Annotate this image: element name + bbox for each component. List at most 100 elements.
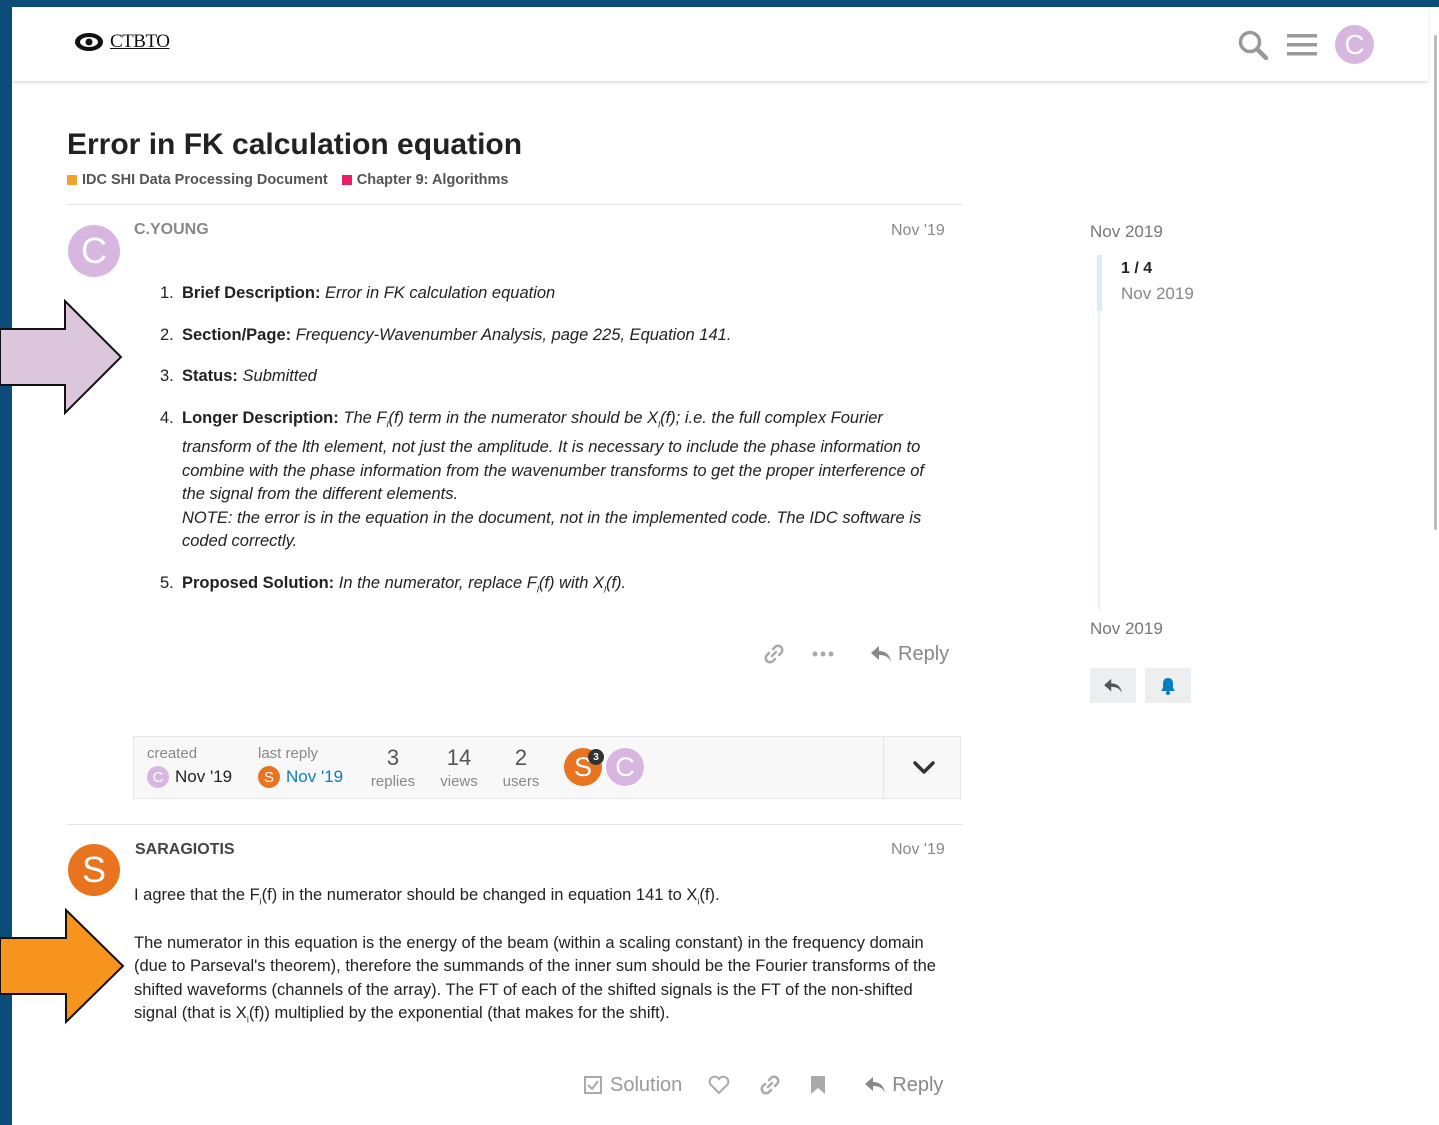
created-avatar: C [147,766,169,788]
list-item: 4. Longer Description: The Fl(f) term in… [160,407,950,554]
text-part: (f) in the numerator should be changed i… [261,886,698,904]
search-icon[interactable] [1237,29,1269,61]
site-header: CTBTO C [12,7,1428,81]
last-reply-avatar: S [258,766,280,788]
logo-text: CTBTO [110,31,170,52]
text-part: I agree that the F [134,886,260,904]
avatar-initial: S [263,768,274,786]
avatar-initial: C [615,751,635,782]
post2-actions: Solution Reply [584,1073,943,1097]
topic-title[interactable]: Error in FK calculation equation [67,128,522,162]
list-item: 1. Brief Description: Error in FK calcul… [160,282,950,306]
reply-icon [1104,678,1122,693]
post2-date[interactable]: Nov '19 [891,841,945,859]
solution-button[interactable]: Solution [584,1074,682,1097]
badge-count: 3 [593,751,599,763]
last-reply-value: S Nov '19 [258,766,343,788]
heart-icon[interactable] [708,1075,730,1095]
list-item: 5. Proposed Solution: In the numerator, … [160,572,950,602]
list-number: 3. [160,367,174,385]
category-badge-idc-shi[interactable]: IDC SHI Data Processing Document [67,172,328,188]
last-reply-label: last reply [258,745,319,762]
item-text: The Fl(f) term in the numerator should b… [182,409,924,551]
last-reply-date: Nov '19 [286,767,344,786]
topic-map: created C Nov '19 last reply S Nov '19 3… [133,736,961,799]
post1-author[interactable]: C.YOUNG [134,221,209,239]
text-part: In the numerator, replace F [338,573,537,592]
created-value: C Nov '19 [147,766,232,788]
link-icon[interactable] [762,642,786,666]
list-number: 2. [160,325,174,344]
ctbto-logo-icon [75,33,103,51]
timeline-notification-button[interactable] [1145,668,1191,703]
checkbox-icon [584,1076,602,1094]
bell-icon [1161,677,1175,695]
category-name: IDC SHI Data Processing Document [82,172,328,188]
post1-actions: Reply [762,642,949,666]
reply-icon [865,1077,886,1093]
text-part: (f). [605,573,627,592]
post-divider [67,824,963,825]
list-item: 3. Status: Submitted [160,365,950,389]
timeline-end-date[interactable]: Nov 2019 [1090,619,1163,639]
item-label: Section/Page: [182,325,292,344]
item-text: In the numerator, replace Fl(f) with Xl(… [338,573,627,594]
item-label: Proposed Solution: [182,573,335,592]
replies-stat: 3 replies [368,745,418,790]
post2-reply-button[interactable]: Reply [864,1074,943,1097]
created-label: created [147,745,198,762]
post1-reply-button[interactable]: Reply [870,643,949,666]
topic-map-divider [883,737,884,798]
list-item: 2. Section/Page: Frequency-Wavenumber An… [160,324,950,348]
timeline-scroller-handle[interactable] [1097,255,1102,311]
post2-body: I agree that the Fi(f) in the numerator … [134,884,954,1050]
item-label: Status: [182,367,238,385]
users-label: users [502,773,540,790]
bookmark-icon[interactable] [810,1075,826,1095]
avatar-initial: C [81,230,107,271]
timeline-start-date[interactable]: Nov 2019 [1090,222,1163,242]
header-icons: C [1237,25,1374,64]
solution-label: Solution [610,1073,683,1096]
timeline-reply-button[interactable] [1090,668,1136,703]
hamburger-menu-icon[interactable] [1287,32,1317,58]
post2-avatar[interactable]: S [68,844,120,896]
page-scrollbar[interactable] [1434,35,1437,530]
list-number: 4. [160,408,174,427]
category-color-square [341,175,352,185]
item-text: Frequency-Wavenumber Analysis, page 225,… [295,325,732,344]
reply-label: Reply [892,1073,944,1096]
annotation-arrow-purple [0,299,123,416]
avatar-initial: S [81,849,106,890]
user-avatar[interactable]: C [1335,25,1374,64]
list-number: 1. [160,284,174,302]
participant-post-count-badge: 3 [588,749,604,765]
title-divider [67,204,963,205]
post2-author[interactable]: SARAGIOTIS [135,841,235,859]
post1-body: 1. Brief Description: Error in FK calcul… [160,282,950,620]
users-stat: 2 users [496,745,546,790]
last-reply-info[interactable]: last reply S Nov '19 [258,745,343,788]
site-logo[interactable]: CTBTO [74,31,170,53]
text-part: (f). [699,886,720,904]
post1-avatar[interactable]: C [68,225,120,277]
category-color-square [67,175,77,185]
chevron-down-icon[interactable] [913,761,935,775]
views-label: views [440,773,478,790]
reply-icon [871,646,891,662]
post2-paragraph-2: The numerator in this equation is the en… [134,932,954,1032]
more-options-icon[interactable] [812,650,834,658]
list-number: 5. [160,573,174,592]
text-part: (f) with X [538,573,604,592]
post1-date[interactable]: Nov '19 [891,222,945,240]
link-icon[interactable] [758,1073,782,1097]
note-text: NOTE: the error is in the equation in th… [182,508,922,551]
created-info[interactable]: created C Nov '19 [147,745,232,788]
item-label: Longer Description: [182,408,339,427]
views-stat: 14 views [434,745,484,790]
text-part: (f) term in the numerator should be X [388,408,659,427]
annotation-arrow-orange [0,908,125,1025]
participant-avatar-c[interactable]: C [606,748,644,786]
timeline-current-date: Nov 2019 [1121,284,1194,303]
category-badge-chapter-9[interactable]: Chapter 9: Algorithms [341,172,508,188]
